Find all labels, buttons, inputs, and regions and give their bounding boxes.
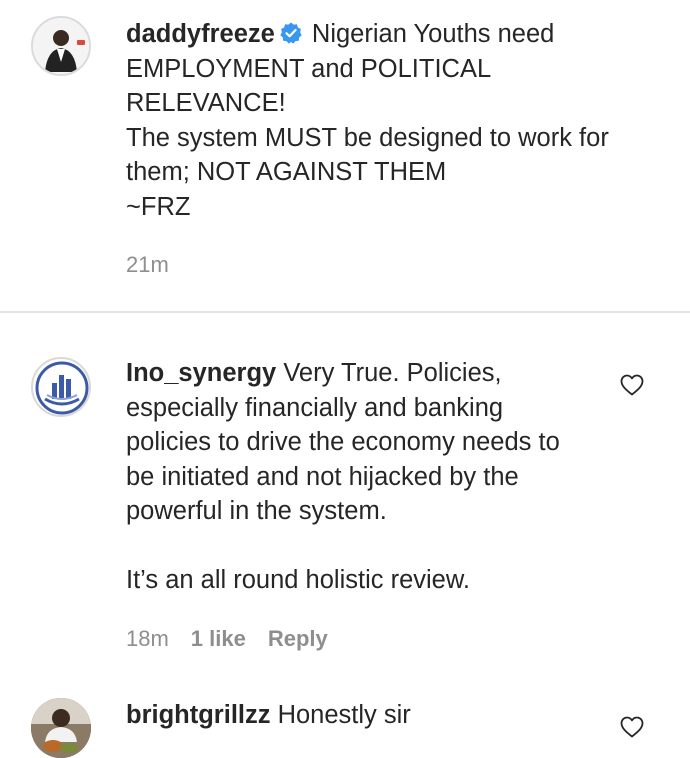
reply-button[interactable]: Reply [268, 626, 328, 652]
caption-line-2: EMPLOYMENT and POLITICAL [126, 54, 492, 83]
comment-username[interactable]: brightgrillzz [126, 701, 270, 729]
caption-line-6: ~FRZ [126, 192, 191, 221]
avatar-photo [33, 18, 89, 74]
comment-line-1: Very True. Policies, [283, 359, 502, 387]
comment-line-1: Honestly sir [277, 701, 411, 729]
comment-meta: 18m 1 like Reply [126, 626, 328, 652]
post-caption: daddyfreeze Nigerian Youths need EMPLOYM… [0, 0, 690, 311]
caption-meta: 21m [126, 252, 169, 278]
comment-username[interactable]: Ino_synergy [126, 359, 276, 387]
avatar-logo [35, 361, 89, 415]
comment-line-4: be initiated and not hijacked by the [126, 462, 519, 491]
caption-line-3: RELEVANCE! [126, 89, 286, 117]
avatar-photo [31, 698, 91, 758]
comment-text-block: brightgrillzz Honestly sir [126, 698, 646, 733]
caption-line-1: Nigerian Youths need [311, 20, 555, 48]
caption-line-5: them; NOT AGAINST THEM [126, 158, 447, 186]
avatar-ino-synergy[interactable] [31, 357, 91, 417]
avatar-brightgrillzz[interactable] [31, 698, 91, 758]
verified-badge-icon [280, 22, 302, 44]
caption-text-block: daddyfreeze Nigerian Youths need EMPLOYM… [126, 17, 646, 224]
comment-line-3: policies to drive the economy needs to [126, 428, 560, 456]
comment-text-block: Ino_synergy Very True. Policies, especia… [126, 356, 646, 598]
avatar-daddyfreeze[interactable] [31, 16, 91, 76]
caption-divider [0, 311, 690, 313]
comment-line-2: especially financially and banking [126, 393, 504, 422]
heart-outline-icon[interactable] [620, 374, 644, 396]
comment-timestamp: 18m [126, 626, 169, 651]
caption-username[interactable]: daddyfreeze [126, 20, 275, 48]
heart-outline-icon[interactable] [620, 716, 644, 738]
comment-line-7: It’s an all round holistic review. [126, 566, 470, 594]
comment-likes-count[interactable]: 1 like [191, 626, 246, 652]
caption-line-4: The system MUST be designed to work for [126, 123, 609, 152]
caption-timestamp: 21m [126, 252, 169, 277]
comment-line-5: powerful in the system. [126, 497, 387, 525]
